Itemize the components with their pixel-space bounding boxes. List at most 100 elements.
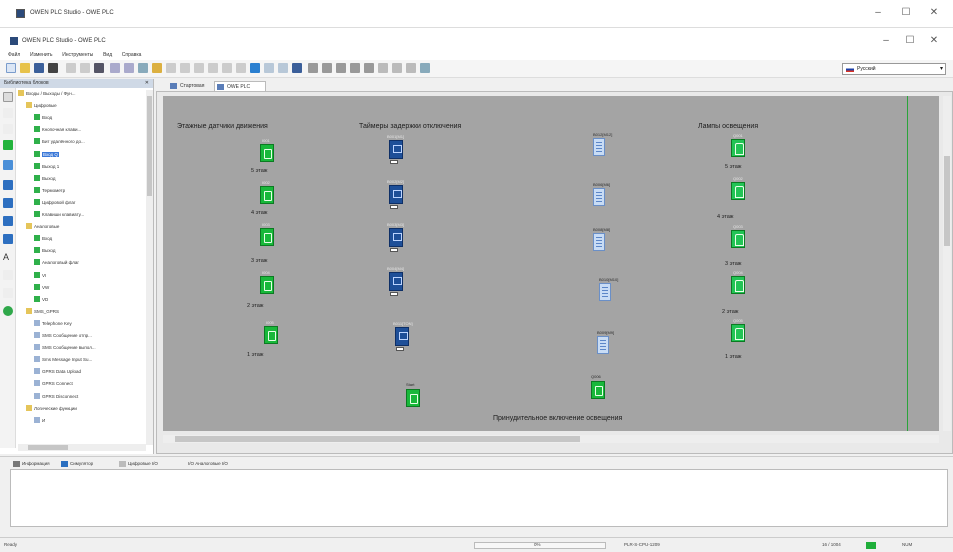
pointer-icon[interactable] [3, 92, 13, 102]
tab-owe-plc[interactable]: OWE PLC [214, 81, 266, 91]
library-item[interactable]: GPRS Disconnect [34, 392, 78, 400]
library-item[interactable]: SMS_GPRS [26, 307, 59, 315]
close-icon[interactable]: ✕ [145, 79, 149, 88]
save-icon[interactable] [34, 63, 44, 73]
library-item[interactable]: Аналоговый флаг [34, 259, 79, 266]
library-item[interactable]: Вход [34, 114, 52, 121]
print-icon[interactable] [48, 63, 58, 73]
digital-input-block[interactable] [260, 276, 274, 294]
open-icon[interactable] [20, 63, 30, 73]
line-icon[interactable] [3, 270, 13, 280]
run-icon[interactable] [3, 306, 13, 316]
zoom-in-icon[interactable] [110, 63, 120, 73]
library-item[interactable]: Цифровой флаг [34, 198, 76, 206]
library-item[interactable]: Вход Q [34, 150, 59, 158]
timer-block[interactable] [389, 140, 403, 159]
connector-icon[interactable] [3, 124, 13, 134]
upload-icon[interactable] [264, 63, 274, 73]
lamp-block[interactable] [731, 139, 745, 157]
memory-block[interactable] [593, 233, 605, 251]
counter-block-icon[interactable] [3, 198, 13, 208]
function-block-icon[interactable] [3, 216, 13, 226]
library-item[interactable]: Аналоговые [26, 223, 59, 230]
canvas-hscrollbar[interactable] [163, 435, 939, 443]
special-block-icon[interactable] [3, 234, 13, 244]
menu-tools[interactable]: Инструменты [62, 50, 93, 60]
memory-block[interactable] [597, 336, 609, 354]
align-bottom-icon[interactable] [222, 63, 232, 73]
language-select[interactable]: Русский ▾ [842, 63, 946, 75]
connect-icon[interactable] [336, 63, 346, 73]
canvas-vscrollbar[interactable] [943, 96, 951, 431]
zoom-out-icon[interactable] [124, 63, 134, 73]
library-item[interactable]: Выход [34, 247, 55, 254]
library-item[interactable]: VI [34, 271, 46, 279]
download-icon[interactable] [278, 63, 288, 73]
timer-block[interactable] [395, 327, 409, 346]
lamp-block[interactable] [731, 230, 745, 248]
highlight-icon[interactable] [152, 63, 162, 73]
menu-help[interactable]: Справка [122, 50, 142, 60]
maximize-icon[interactable]: ☐ [896, 6, 916, 20]
timer-block[interactable] [389, 185, 403, 204]
monitor-icon[interactable] [292, 63, 302, 73]
library-item[interactable]: Sms Message Input Su... [34, 356, 92, 363]
library-item[interactable]: И [34, 416, 45, 424]
library-item[interactable]: VW [34, 283, 49, 291]
memory-block[interactable] [593, 188, 605, 206]
minimize-icon[interactable]: – [876, 34, 896, 48]
library-item[interactable]: Бит удалённого до... [34, 138, 85, 145]
disconnect-icon[interactable] [350, 63, 360, 73]
library-item[interactable]: Выход [34, 174, 55, 182]
run-icon[interactable] [308, 63, 318, 73]
maximize-icon[interactable]: ☐ [900, 34, 920, 48]
scroll-thumb[interactable] [147, 96, 152, 196]
output-area[interactable] [10, 469, 948, 527]
minimize-icon[interactable]: – [868, 6, 888, 20]
tab-digital-io[interactable]: Цифровые I/O [118, 459, 158, 469]
lamp-block[interactable] [731, 182, 745, 200]
digital-input-block[interactable] [264, 326, 278, 344]
start-input-block[interactable] [406, 389, 420, 407]
library-item[interactable]: SMS Сообщение отпр... [34, 332, 92, 339]
password-icon[interactable] [392, 63, 402, 73]
close-icon[interactable]: ✕ [924, 6, 944, 20]
library-item[interactable]: Входы / Выходы / Фун... [18, 90, 76, 97]
tab-start[interactable]: Стартовая [168, 81, 212, 91]
timer-block[interactable] [389, 272, 403, 291]
library-scrollbar[interactable] [146, 90, 153, 445]
align-right-icon[interactable] [194, 63, 204, 73]
clock-icon[interactable] [378, 63, 388, 73]
new-icon[interactable] [6, 63, 16, 73]
simulate-icon[interactable] [250, 63, 260, 73]
library-item[interactable]: Термометр [34, 186, 65, 194]
digital-input-block[interactable] [260, 144, 274, 162]
analog-block-icon[interactable] [3, 160, 13, 170]
library-item[interactable]: Кнопочная клави... [34, 126, 81, 133]
library-item[interactable]: VD [34, 295, 48, 303]
library-hscrollbar[interactable] [18, 444, 146, 451]
text-icon[interactable]: A [3, 252, 13, 262]
library-item[interactable]: SMS Сообщение выпол... [34, 344, 96, 351]
stop-icon[interactable] [322, 63, 332, 73]
tab-analog-io[interactable]: I/O Аналоговые I/O [178, 459, 228, 469]
search-icon[interactable] [420, 63, 430, 73]
library-item[interactable]: GPRS Connect [34, 380, 73, 387]
digital-block-icon[interactable] [3, 140, 13, 150]
distribute-icon[interactable] [236, 63, 246, 73]
close-icon[interactable]: ✕ [924, 34, 944, 48]
library-item[interactable]: Telephone Key [34, 319, 72, 327]
program-canvas[interactable]: Этажные датчики движения Таймеры задержк… [163, 96, 939, 431]
align-left-icon[interactable] [166, 63, 176, 73]
copy-icon[interactable] [80, 63, 90, 73]
tab-simulator[interactable]: Симулятор [60, 459, 93, 469]
scroll-thumb[interactable] [944, 156, 950, 246]
align-top-icon[interactable] [208, 63, 218, 73]
lamp-block[interactable] [731, 324, 745, 342]
memory-block[interactable] [599, 283, 611, 301]
memory-block[interactable] [593, 138, 605, 156]
zoom-fit-icon[interactable] [138, 63, 148, 73]
library-item[interactable]: GPRS Data Upload [34, 368, 81, 375]
cursor-icon[interactable] [3, 108, 13, 118]
digital-input-block[interactable] [260, 228, 274, 246]
